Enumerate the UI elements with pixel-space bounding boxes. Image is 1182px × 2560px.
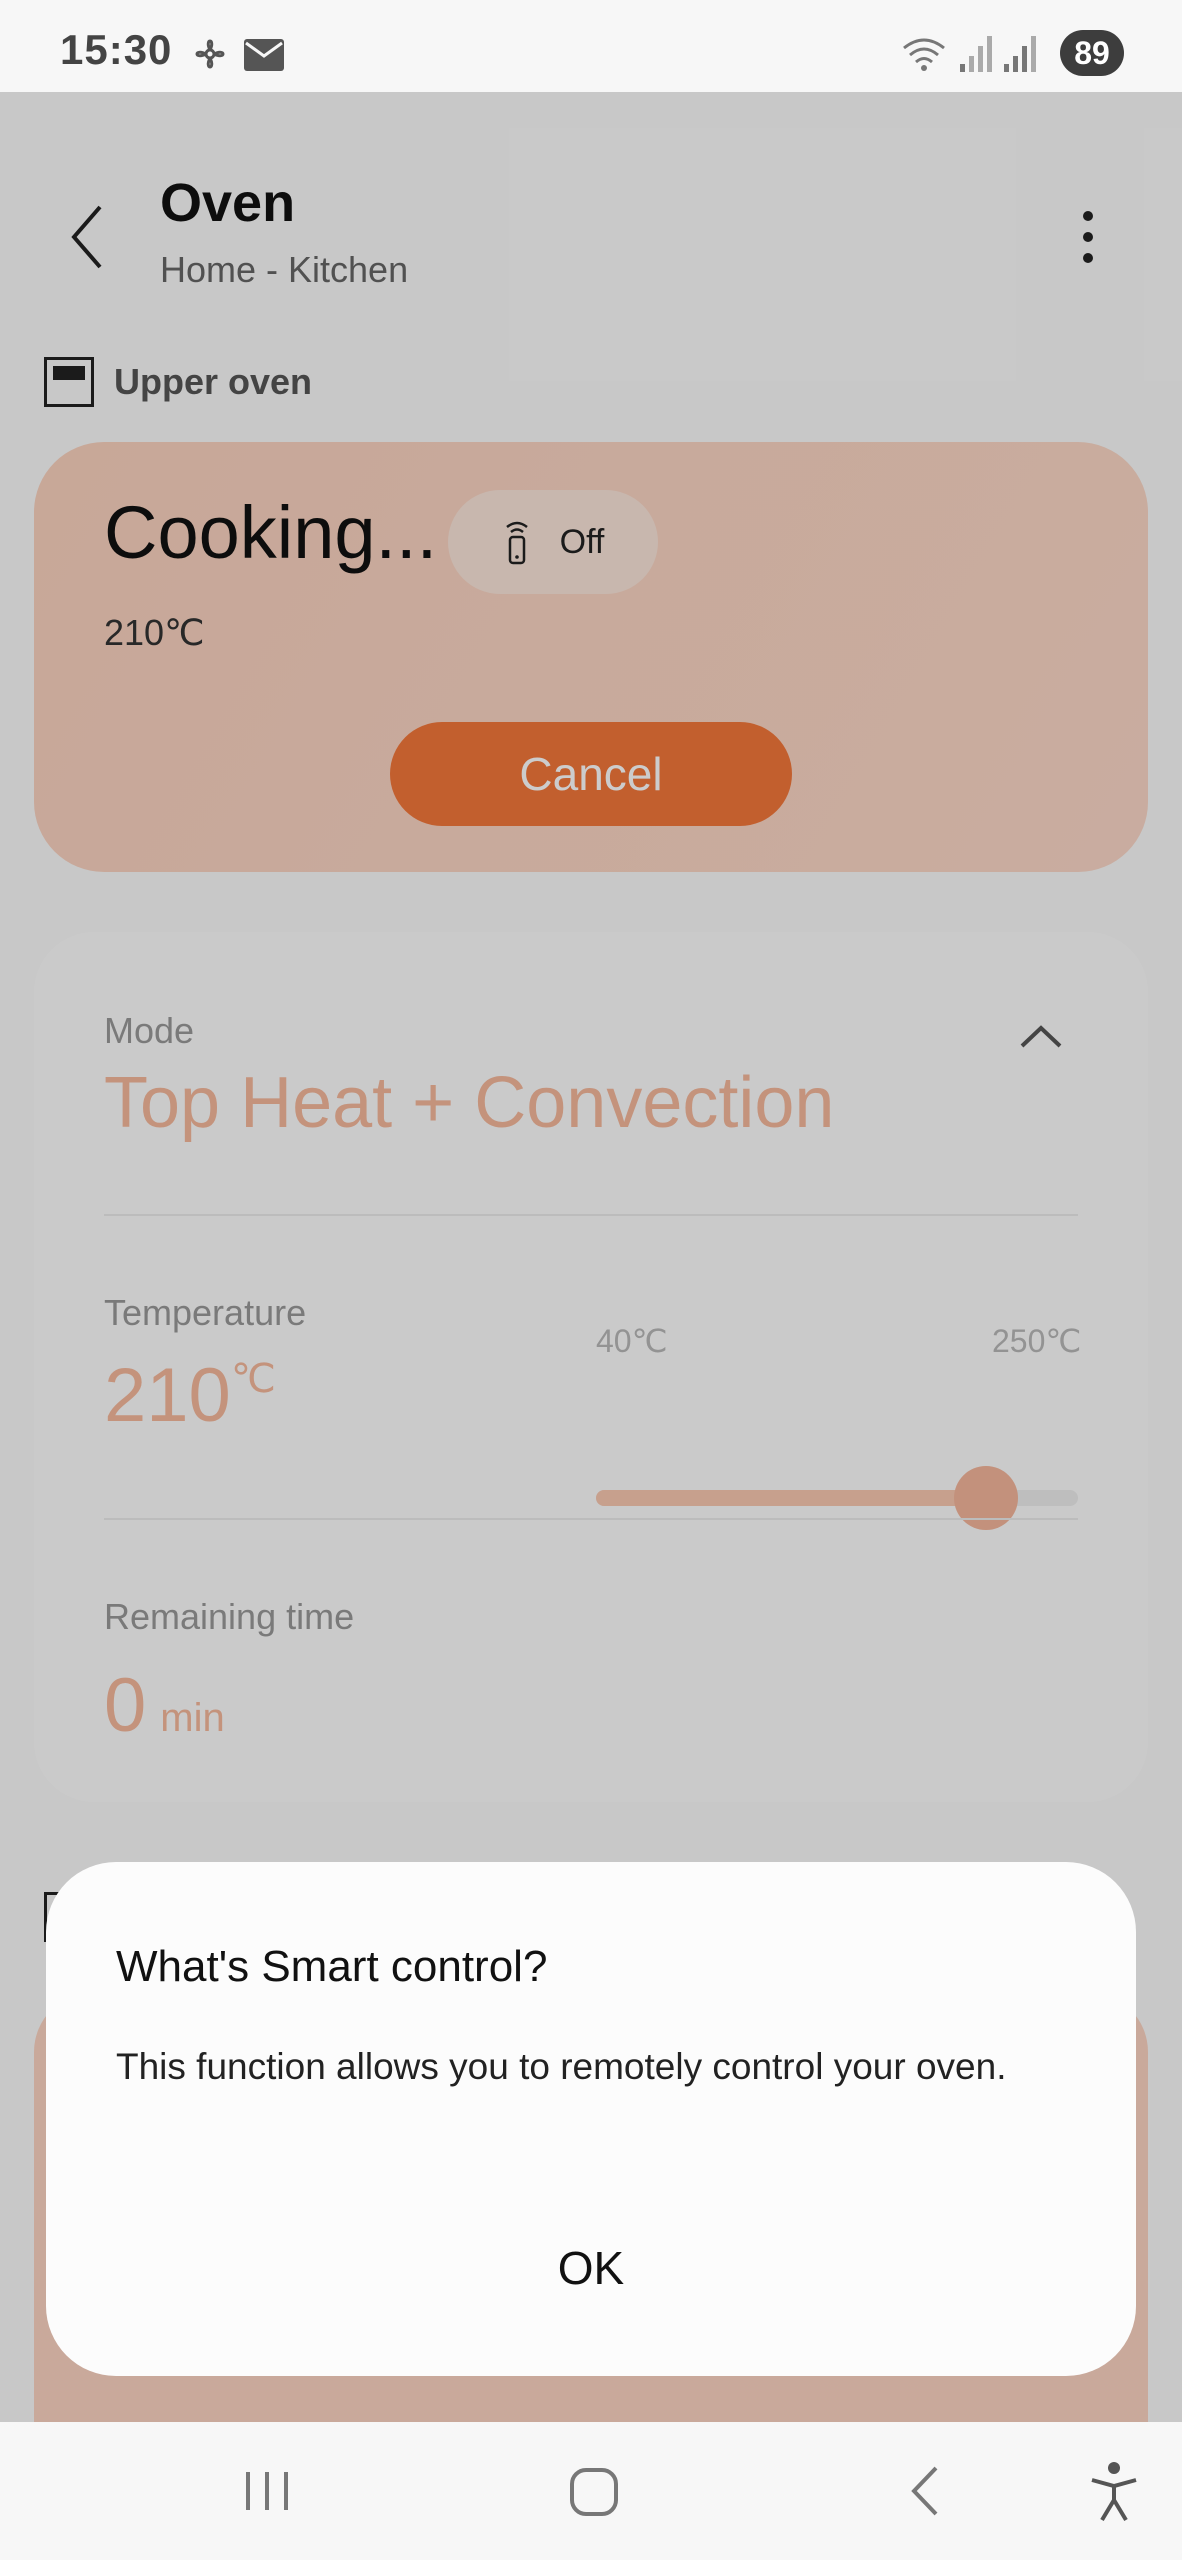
battery-indicator: 89	[1060, 30, 1124, 76]
home-icon[interactable]	[566, 2456, 622, 2526]
signal-icon	[960, 36, 992, 72]
status-time: 15:30	[60, 26, 173, 73]
dialog-body: This function allows you to remotely con…	[116, 2046, 1007, 2087]
accessibility-icon[interactable]	[1086, 2456, 1142, 2526]
status-bar: 15:30 89	[0, 0, 1182, 92]
recent-apps-icon[interactable]	[240, 2456, 294, 2526]
dialog-title: What's Smart control?	[116, 1942, 548, 1991]
mail-icon	[244, 39, 284, 71]
navigation-bar	[0, 2422, 1182, 2560]
back-icon[interactable]	[900, 2456, 950, 2526]
ok-button[interactable]: OK	[46, 2228, 1136, 2308]
fan-icon	[195, 39, 225, 69]
wifi-icon	[903, 38, 945, 71]
signal-icon	[1004, 36, 1036, 72]
smart-control-dialog: What's Smart control? This function allo…	[46, 1862, 1136, 2376]
